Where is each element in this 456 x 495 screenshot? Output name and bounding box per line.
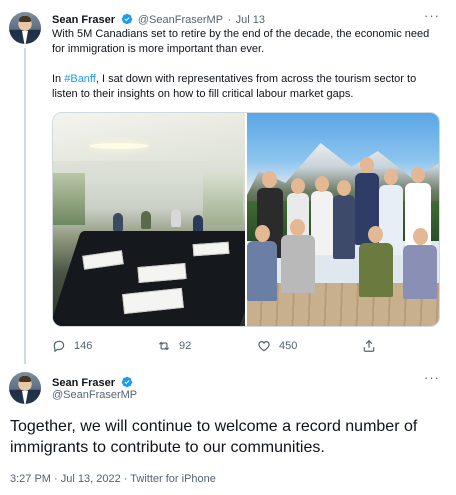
photo-person-head bbox=[368, 226, 383, 243]
more-options-icon[interactable]: ··· bbox=[424, 370, 440, 385]
photo-meeting-room[interactable] bbox=[53, 113, 245, 326]
photo-person bbox=[403, 245, 437, 299]
avatar[interactable] bbox=[9, 372, 41, 404]
like-count: 450 bbox=[279, 340, 298, 352]
like-button[interactable]: 450 bbox=[257, 339, 297, 353]
tweet-time[interactable]: 3:27 PM bbox=[10, 473, 51, 485]
thread-connector-line bbox=[24, 48, 26, 364]
photo-person-head bbox=[291, 178, 305, 194]
verified-badge-icon bbox=[122, 13, 133, 25]
photo-person-head bbox=[360, 157, 374, 173]
photo-ceiling-light bbox=[89, 143, 149, 149]
photo-person bbox=[247, 241, 277, 301]
tweet-text-suffix: , I sat down with representatives from a… bbox=[52, 73, 417, 100]
tweet-date[interactable]: Jul 13 bbox=[236, 14, 265, 26]
more-options-icon[interactable]: ··· bbox=[424, 8, 440, 23]
retweet-count: 92 bbox=[179, 340, 192, 352]
separator-dot: · bbox=[227, 14, 232, 26]
author-name[interactable]: Sean Fraser bbox=[52, 14, 115, 26]
photo-person-head bbox=[315, 176, 329, 192]
photo-person-head bbox=[262, 171, 277, 188]
photo-person-head bbox=[337, 180, 351, 196]
tweet-full-date[interactable]: Jul 13, 2022 bbox=[61, 473, 121, 485]
photo-person bbox=[113, 213, 123, 231]
tweet-header: Sean Fraser @SeanFraserMP · Jul 13 bbox=[52, 10, 265, 28]
tweet-actions: 146 92 450 bbox=[52, 339, 444, 355]
share-button[interactable] bbox=[362, 339, 376, 353]
photo-person bbox=[141, 211, 151, 229]
photo-person-head bbox=[384, 169, 398, 185]
main-tweet-text: Together, we will continue to welcome a … bbox=[10, 418, 418, 456]
share-icon bbox=[363, 339, 375, 352]
photo-person-head bbox=[411, 167, 425, 183]
photo-person-head bbox=[413, 228, 428, 245]
reply-icon bbox=[53, 340, 65, 353]
photo-ceiling bbox=[53, 113, 245, 161]
author-name[interactable]: Sean Fraser bbox=[52, 377, 115, 389]
photo-person bbox=[171, 209, 181, 227]
photo-person-head bbox=[255, 225, 270, 242]
tweet-media bbox=[52, 112, 440, 327]
reply-button[interactable]: 146 bbox=[52, 339, 92, 353]
photo-group-mountains[interactable] bbox=[247, 113, 439, 326]
author-handle[interactable]: @SeanFraserMP bbox=[138, 14, 223, 26]
reply-count: 146 bbox=[74, 340, 93, 352]
avatar[interactable] bbox=[9, 12, 41, 44]
tweet-metadata: 3:27 PM · Jul 13, 2022 · Twitter for iPh… bbox=[10, 473, 216, 485]
tweet-text-prefix: In bbox=[52, 73, 65, 85]
separator-dot: · bbox=[54, 473, 58, 485]
photo-person bbox=[281, 235, 315, 293]
separator-dot: · bbox=[123, 473, 128, 485]
photo-person bbox=[333, 195, 355, 259]
photo-paper bbox=[192, 241, 230, 257]
tweet-text-paragraph-1: With 5M Canadians set to retire by the e… bbox=[52, 28, 430, 55]
retweet-icon bbox=[158, 341, 170, 351]
tweet-source[interactable]: Twitter for iPhone bbox=[130, 473, 216, 485]
verified-badge-icon bbox=[122, 376, 133, 388]
hashtag-link[interactable]: #Banff bbox=[64, 73, 96, 85]
tweet-text-paragraph-2: In #Banff, I sat down with representativ… bbox=[52, 72, 444, 102]
like-icon bbox=[258, 341, 270, 352]
retweet-button[interactable]: 92 bbox=[157, 339, 191, 353]
photo-window bbox=[203, 173, 243, 225]
photo-person-head bbox=[290, 219, 305, 236]
photo-window bbox=[53, 173, 85, 225]
author-handle[interactable]: @SeanFraserMP bbox=[52, 389, 137, 401]
photo-person bbox=[359, 243, 393, 297]
